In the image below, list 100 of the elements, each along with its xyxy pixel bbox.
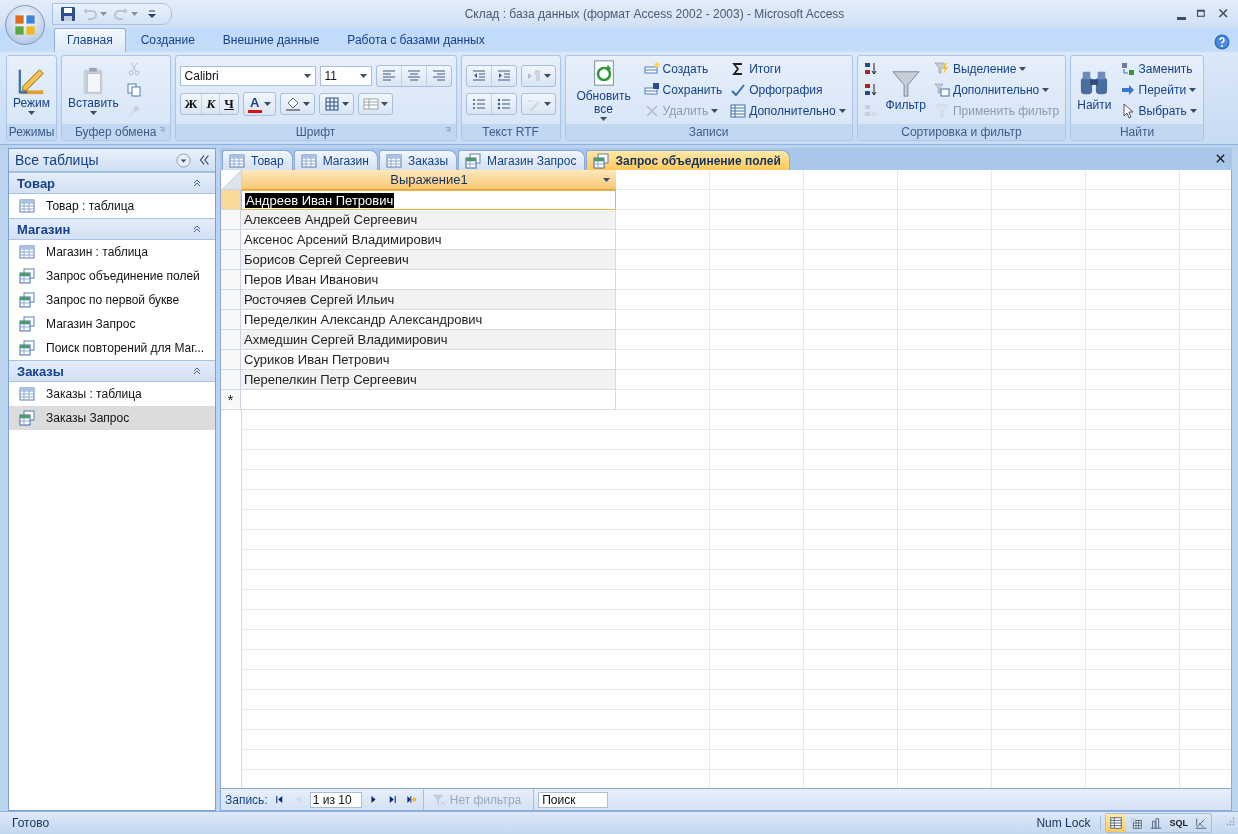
datasheet-view-button[interactable] bbox=[1106, 814, 1127, 832]
gridlines-button[interactable] bbox=[318, 92, 354, 115]
row-selector[interactable] bbox=[221, 210, 241, 230]
paste-button[interactable]: Вставить bbox=[66, 65, 121, 115]
nav-group-label: Заказы bbox=[17, 363, 64, 379]
group-label: Сортировка и фильтр bbox=[901, 125, 1022, 139]
caret-icon bbox=[600, 117, 608, 121]
scissors-icon bbox=[125, 60, 142, 77]
row-selector[interactable] bbox=[221, 230, 241, 250]
first-record-icon bbox=[273, 794, 285, 805]
row-selector[interactable] bbox=[221, 290, 241, 310]
paint-bucket-icon bbox=[284, 95, 301, 112]
nav-group-label: Магазин bbox=[17, 221, 71, 237]
advanced-filter-button[interactable]: Дополнительно bbox=[931, 81, 1062, 99]
nav-group-label: Товар bbox=[17, 175, 56, 191]
column-header[interactable]: Выражение1 bbox=[242, 170, 616, 190]
font-field[interactable]: Calibri bbox=[179, 65, 316, 86]
go-to-button[interactable]: Перейти bbox=[1117, 81, 1199, 99]
underline-button[interactable]: Ч bbox=[220, 93, 238, 114]
nav-item[interactable]: Товар : таблица bbox=[9, 194, 215, 218]
replace-button[interactable]: Заменить bbox=[1117, 59, 1199, 78]
save-record-button[interactable]: Сохранить bbox=[641, 81, 725, 99]
caret-icon bbox=[543, 74, 551, 78]
nav-item[interactable]: Запрос объединение полей bbox=[9, 264, 215, 288]
document-tab[interactable]: Магазин bbox=[293, 150, 378, 170]
align-right-icon bbox=[430, 67, 447, 84]
search-field[interactable]: Поиск bbox=[538, 791, 609, 808]
lightning-funnel-icon bbox=[933, 60, 950, 77]
ribbon-tab[interactable]: Главная bbox=[54, 28, 126, 52]
font-color-button[interactable]: A bbox=[242, 91, 276, 116]
pivot-chart-icon bbox=[1149, 816, 1164, 830]
nav-item[interactable]: Поиск повторений для Маг... bbox=[9, 336, 215, 360]
design-view-icon bbox=[1194, 816, 1208, 830]
find-button[interactable]: Найти bbox=[1075, 68, 1114, 112]
document-tab[interactable]: Запрос объединение полей bbox=[586, 150, 790, 170]
save-icon bbox=[60, 6, 76, 22]
caret-icon bbox=[302, 101, 310, 106]
selection-button[interactable]: Выделение bbox=[931, 59, 1062, 78]
alternate-fill-button[interactable] bbox=[357, 92, 393, 115]
document-tab[interactable]: Магазин Запрос bbox=[458, 150, 586, 170]
ribbon-tab[interactable]: Создание bbox=[127, 28, 208, 52]
font-size-field[interactable]: 11 bbox=[319, 65, 372, 86]
row-selector[interactable] bbox=[221, 310, 241, 330]
query-icon bbox=[19, 340, 35, 356]
outdent-icon bbox=[470, 68, 487, 84]
table-icon bbox=[730, 103, 747, 120]
status-text: Готово bbox=[12, 816, 51, 830]
collapse-icon[interactable] bbox=[191, 365, 203, 377]
current-record-field[interactable]: 1 из 10 bbox=[309, 791, 362, 808]
collapse-icon[interactable] bbox=[191, 223, 203, 235]
new-record-button[interactable]: Создать bbox=[641, 59, 725, 78]
totals-button[interactable]: Итоги bbox=[728, 59, 848, 78]
close-icon[interactable] bbox=[1215, 153, 1226, 164]
ribbon-tab[interactable]: Внешние данные bbox=[209, 28, 333, 52]
group-label: Буфер обмена bbox=[75, 125, 157, 139]
filter-button[interactable]: Фильтр bbox=[883, 68, 928, 112]
table-cell: Андреев Иван Петрович bbox=[241, 190, 616, 210]
select-button[interactable]: Выбрать bbox=[1117, 102, 1199, 121]
row-selector[interactable] bbox=[221, 330, 241, 350]
bullet-list-icon bbox=[495, 96, 512, 112]
table-icon bbox=[385, 152, 402, 169]
office-button[interactable] bbox=[5, 5, 45, 45]
caret-icon bbox=[711, 109, 719, 114]
table-cell: Ахмедшин Сергей Владимирович bbox=[241, 330, 616, 350]
caret-icon bbox=[1189, 109, 1197, 114]
table-icon bbox=[19, 244, 35, 260]
copy-button[interactable] bbox=[124, 81, 143, 99]
more-button[interactable]: Дополнительно bbox=[728, 102, 848, 121]
refresh-button[interactable]: Обновить все bbox=[569, 59, 638, 121]
save-record-icon bbox=[643, 82, 660, 98]
select-all-corner[interactable] bbox=[221, 170, 242, 190]
bold-button[interactable]: Ж bbox=[180, 93, 203, 114]
nav-item[interactable]: Заказы Запрос bbox=[9, 406, 215, 430]
nav-item[interactable]: Магазин Запрос bbox=[9, 312, 215, 336]
row-selector[interactable] bbox=[221, 370, 241, 390]
nav-item[interactable]: Заказы : таблица bbox=[9, 382, 215, 406]
query-icon bbox=[19, 410, 35, 426]
caret-icon bbox=[603, 178, 610, 182]
nav-item[interactable]: Магазин : таблица bbox=[9, 240, 215, 264]
collapse-icon[interactable] bbox=[191, 177, 203, 189]
row-selector[interactable] bbox=[221, 270, 241, 290]
funnel-icon bbox=[890, 68, 921, 98]
caret-icon bbox=[543, 102, 551, 106]
query-icon bbox=[593, 152, 610, 169]
paragraph-direction-icon bbox=[525, 68, 542, 84]
row-selector[interactable] bbox=[221, 350, 241, 370]
ribbon-tab[interactable]: Работа с базами данных bbox=[334, 28, 498, 52]
caret-icon bbox=[359, 73, 367, 78]
spelling-button[interactable]: Орфография bbox=[728, 81, 848, 99]
save-button[interactable] bbox=[59, 5, 77, 23]
fill-color-button[interactable] bbox=[279, 92, 315, 115]
row-selector[interactable] bbox=[221, 250, 241, 270]
view-button[interactable]: Режим bbox=[11, 65, 52, 115]
undo-icon bbox=[82, 6, 98, 22]
nav-item[interactable]: Запрос по первой букве bbox=[9, 288, 215, 312]
document-tab[interactable]: Товар bbox=[222, 150, 293, 170]
document-tab[interactable]: Заказы bbox=[378, 150, 458, 170]
minimize-icon bbox=[1177, 17, 1186, 20]
italic-button[interactable]: К bbox=[202, 93, 221, 114]
caret-icon bbox=[28, 110, 35, 115]
